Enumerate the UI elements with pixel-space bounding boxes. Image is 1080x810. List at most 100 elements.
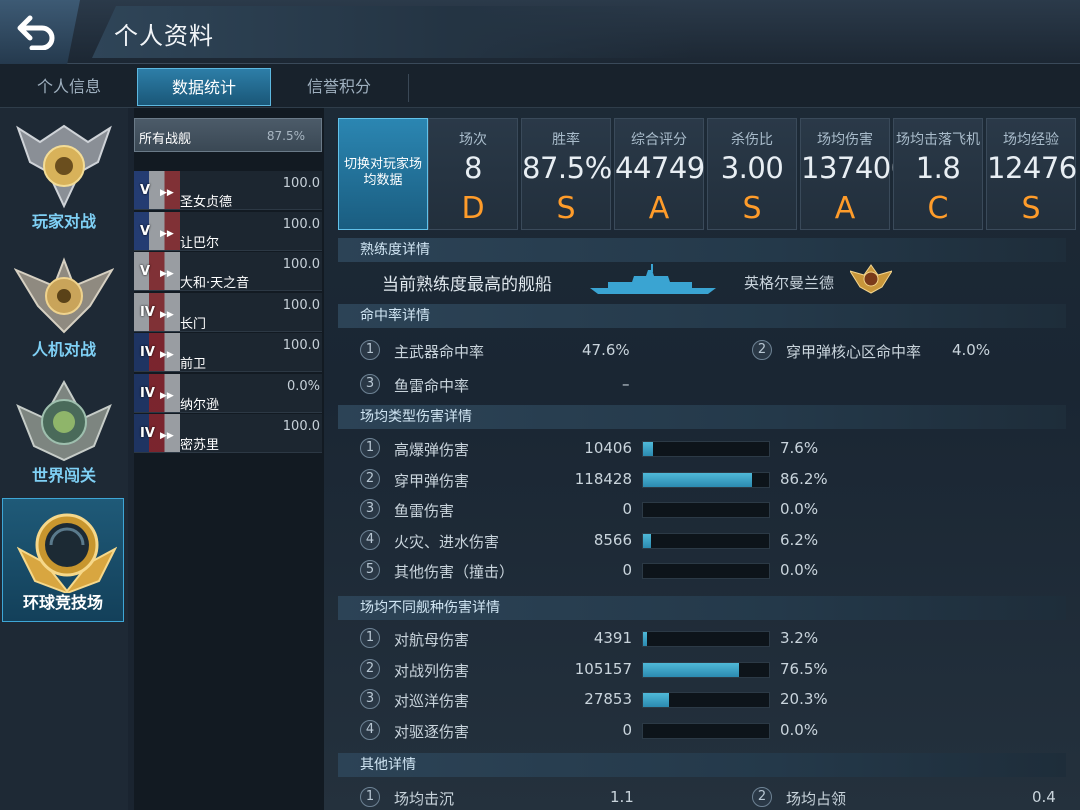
nav-world-label: 世界闯关: [31, 466, 96, 485]
stat-grade: S: [1021, 191, 1041, 226]
damage-bar: [642, 532, 770, 549]
item-number: 2: [752, 787, 772, 807]
damage-bar-fill: [643, 632, 648, 646]
stat-box: 杀伤比 3.00 S: [707, 118, 797, 230]
ship-class-icon: ▶▶: [160, 431, 174, 441]
ship-silhouette-icon: [590, 264, 716, 294]
damage-pct: 3.2%: [780, 629, 819, 647]
ship-row[interactable]: IV ▶▶ 密苏里 100.0: [134, 414, 322, 453]
ship-row[interactable]: IV ▶▶ 前卫 100.0: [134, 333, 322, 372]
stat-box: 场均击落飞机 1.8 C: [893, 118, 983, 230]
item-number: 1: [360, 438, 380, 458]
damage-pct: 76.5%: [780, 659, 828, 678]
damage-pct: 6.2%: [780, 530, 819, 549]
stat-box: 胜率 87.5% S: [521, 118, 612, 230]
stat-box: 场均经验 12476 S: [986, 118, 1077, 230]
other-value: 1.1: [610, 788, 634, 806]
pvp-emblem-icon: [16, 124, 112, 209]
stats-panel: 切换对玩家场均数据 场次 8 D 胜率 87.5% S 综合评分 44749 A 杀伤比 3.00 S…: [324, 108, 1080, 810]
damage-bar-fill: [643, 693, 669, 707]
stat-box: 场次 8 D: [428, 118, 518, 230]
damage-bar: [642, 722, 770, 739]
tab-data-stats[interactable]: 数据统计: [137, 68, 271, 106]
damage-bar: [642, 471, 770, 488]
damage-label: 对战列伤害: [394, 661, 470, 680]
back-arrow-icon: [17, 15, 55, 50]
other-label: 场均占领: [786, 790, 847, 808]
item-number: 3: [360, 499, 380, 519]
item-number: 1: [360, 787, 380, 807]
stat-label: 胜率: [552, 132, 580, 148]
ship-list: 所有战舰 87.5% V ▶▶ 圣女贞德 100.0 V ▶▶ 让巴尔 100.0 V ▶▶ 大和·…: [134, 108, 324, 810]
ship-winrate: 100.0: [282, 257, 320, 272]
switch-data-button[interactable]: 切换对玩家场均数据: [338, 118, 428, 230]
damage-value: 10406: [584, 439, 632, 457]
proficiency-header: 熟练度详情: [338, 238, 1066, 262]
top-ship-name: 英格尔曼兰德: [744, 274, 835, 292]
damage-value: 4391: [593, 629, 632, 647]
damage-value: 118428: [574, 469, 632, 488]
tab-personal-info[interactable]: 个人信息: [2, 68, 136, 106]
stat-label: 场均伤害: [817, 132, 873, 148]
stat-box: 综合评分 44749 A: [614, 118, 705, 230]
damage-bar: [642, 563, 770, 579]
arena-emblem-icon: [17, 513, 117, 593]
tab-credit-score[interactable]: 信誉积分: [272, 68, 406, 106]
stat-grade: C: [927, 191, 949, 226]
damage-label: 高爆弹伤害: [394, 441, 470, 459]
ship-name: 纳尔逊: [180, 397, 220, 413]
ship-class-icon: ▶▶: [160, 309, 174, 320]
hit-rate-header: 命中率详情: [338, 304, 1066, 328]
other-label: 场均击沉: [394, 790, 455, 808]
nav-global-arena[interactable]: 环球竞技场: [2, 498, 124, 622]
ship-row[interactable]: V ▶▶ 大和·天之音 100.0: [134, 252, 322, 291]
hit-label: 穿甲弹核心区命中率: [786, 343, 922, 361]
item-number: 3: [360, 374, 380, 394]
ship-tier: V: [140, 223, 151, 239]
stat-label: 综合评分: [631, 132, 687, 148]
damage-label: 对驱逐伤害: [394, 722, 470, 741]
damage-label: 对航母伤害: [394, 631, 470, 649]
ship-name: 圣女贞德: [180, 195, 233, 210]
item-number: 2: [360, 468, 380, 489]
stat-value: 3.00: [720, 151, 784, 185]
ship-class-icon: ▶▶: [160, 188, 174, 198]
ship-name: 密苏里: [180, 438, 220, 453]
stat-label: 杀伤比: [731, 132, 773, 148]
ship-name: 让巴尔: [180, 235, 220, 251]
nav-pvp[interactable]: 玩家对战: [0, 116, 128, 240]
ship-winrate: 0.0%: [286, 378, 320, 394]
ship-class-icon: ▶▶: [160, 228, 174, 239]
ship-row[interactable]: IV ▶▶ 长门 100.0: [134, 292, 322, 332]
damage-pct: 20.3%: [780, 690, 828, 708]
ship-name: 大和·天之音: [180, 276, 250, 291]
item-number: 5: [360, 560, 380, 580]
nav-world[interactable]: 世界闯关: [0, 370, 128, 494]
back-button[interactable]: [0, 0, 80, 64]
damage-bar-fill: [643, 472, 752, 487]
ship-winrate: 100.0: [282, 216, 320, 232]
item-number: 2: [752, 340, 772, 360]
hit-value: 4.0%: [952, 341, 991, 359]
ship-name: 前卫: [180, 357, 207, 372]
other-value: 0.4: [1032, 788, 1056, 806]
ship-row[interactable]: V ▶▶ 圣女贞德 100.0: [134, 171, 322, 210]
nav-pve[interactable]: 人机对战: [0, 244, 128, 368]
all-ships-item[interactable]: 所有战舰 87.5%: [134, 118, 322, 152]
damage-pct: 0.0%: [780, 500, 819, 518]
ship-tier: IV: [140, 426, 155, 441]
damage-label: 穿甲弹伤害: [394, 471, 470, 490]
damage-pct: 86.2%: [780, 469, 828, 488]
all-ships-label: 所有战舰: [139, 132, 192, 147]
ship-row[interactable]: V ▶▶ 让巴尔 100.0: [134, 211, 322, 251]
hit-label: 主武器命中率: [394, 343, 485, 361]
item-number: 4: [360, 719, 380, 740]
ship-row[interactable]: IV ▶▶ 纳尔逊 0.0%: [134, 373, 322, 413]
damage-by-ship-header: 场均不同舰种伤害详情: [338, 596, 1066, 620]
stat-value: 137400: [801, 151, 909, 185]
item-number: 2: [360, 658, 380, 679]
ship-winrate: 100.0: [282, 176, 320, 191]
tab-divider: [408, 74, 409, 102]
ship-tier: IV: [140, 385, 155, 401]
nav-global-arena-label: 环球竞技场: [22, 593, 103, 612]
